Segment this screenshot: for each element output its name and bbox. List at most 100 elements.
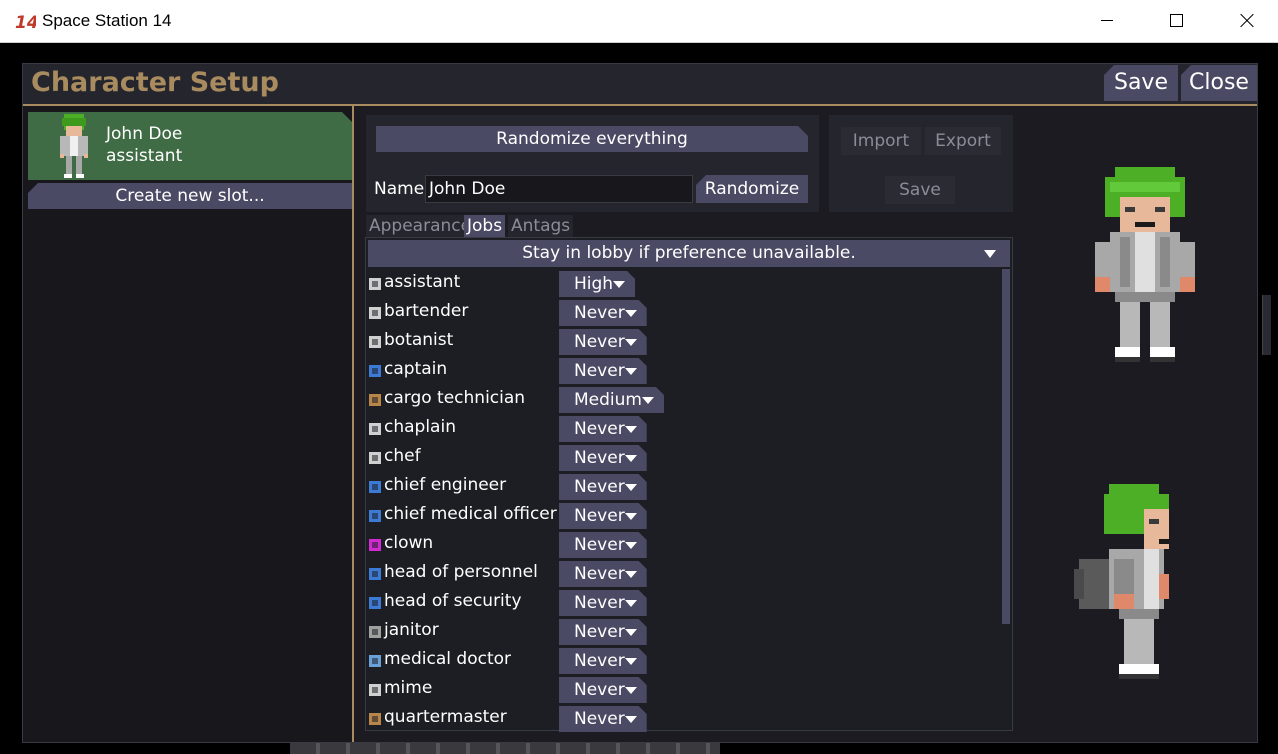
import-export-controls: Import Export Save — [829, 115, 1013, 212]
job-priority-dropdown[interactable]: Never — [559, 677, 647, 703]
job-priority-dropdown[interactable]: High — [559, 271, 635, 297]
profile-save-button[interactable]: Save — [885, 176, 955, 204]
job-icon — [368, 392, 382, 406]
job-priority-dropdown[interactable]: Medium — [559, 387, 664, 413]
tab-jobs[interactable]: Jobs — [464, 215, 506, 237]
job-row: botanist Never — [368, 327, 998, 355]
job-row: assistant High — [368, 269, 998, 297]
window-close-button[interactable] — [1224, 0, 1270, 42]
chevron-down-icon — [984, 250, 996, 258]
job-icon — [368, 566, 382, 580]
job-priority-dropdown[interactable]: Never — [559, 358, 647, 384]
job-icon — [368, 479, 382, 493]
job-name: chef — [384, 446, 421, 466]
job-icon — [368, 682, 382, 696]
save-button[interactable]: Save — [1104, 65, 1178, 101]
job-priority-dropdown[interactable]: Never — [559, 503, 647, 529]
job-name: assistant — [384, 272, 461, 292]
character-slot-list: John Doe assistant Create new slot... — [23, 106, 354, 742]
job-priority-dropdown[interactable]: Never — [559, 329, 647, 355]
job-row: head of personnel Never — [368, 559, 998, 587]
job-icon — [368, 334, 382, 348]
job-priority-dropdown[interactable]: Never — [559, 706, 647, 732]
close-button[interactable]: Close — [1181, 65, 1257, 101]
maximize-button[interactable] — [1153, 0, 1199, 42]
job-priority-dropdown[interactable]: Never — [559, 416, 647, 442]
job-priority-dropdown[interactable]: Never — [559, 619, 647, 645]
side-panel-tab[interactable] — [1262, 295, 1271, 355]
export-button[interactable]: Export — [925, 127, 1001, 155]
randomize-name-button[interactable]: Randomize — [696, 175, 808, 203]
job-name: head of personnel — [384, 562, 538, 582]
job-priority-dropdown[interactable]: Never — [559, 648, 647, 674]
job-row: bartender Never — [368, 298, 998, 326]
job-priority-dropdown[interactable]: Never — [559, 300, 647, 326]
job-name: bartender — [384, 301, 469, 321]
job-icon — [368, 537, 382, 551]
job-name: chaplain — [384, 417, 456, 437]
name-label: Name: — [374, 179, 430, 199]
jobs-scrollbar[interactable] — [1002, 269, 1010, 624]
import-button[interactable]: Import — [841, 127, 921, 155]
job-row: mime Never — [368, 675, 998, 703]
character-setup-panel: Character Setup Save Close John Doe assi… — [22, 63, 1258, 743]
tab-antags[interactable]: Antags — [508, 215, 574, 237]
job-priority-dropdown[interactable]: Never — [559, 474, 647, 500]
job-row: clown Never — [368, 530, 998, 558]
panel-header: Character Setup Save Close — [23, 64, 1257, 106]
job-icon — [368, 276, 382, 290]
job-name: captain — [384, 359, 448, 379]
name-controls: Randomize everything Name: John Doe Rand… — [366, 115, 819, 212]
slot-character-name: John Doe — [106, 124, 183, 144]
job-name: janitor — [384, 620, 439, 640]
job-name: botanist — [384, 330, 454, 350]
tab-appearance[interactable]: Appearance — [366, 215, 475, 237]
job-priority-dropdown[interactable]: Never — [559, 445, 647, 471]
create-new-slot-button[interactable]: Create new slot... — [28, 183, 352, 209]
job-row: chief medical officer Never — [368, 501, 998, 529]
job-priority-dropdown[interactable]: Never — [559, 590, 647, 616]
panel-title: Character Setup — [31, 67, 279, 98]
job-name: mime — [384, 678, 433, 698]
jobs-list: Stay in lobby if preference unavailable.… — [365, 237, 1013, 731]
job-icon — [368, 450, 382, 464]
job-icon — [368, 508, 382, 522]
window-titlebar: 14 Space Station 14 — [0, 0, 1278, 43]
job-row: medical doctor Never — [368, 646, 998, 674]
character-front-preview — [1095, 167, 1195, 362]
job-name: quartermaster — [384, 707, 507, 727]
job-icon — [368, 653, 382, 667]
character-side-preview — [1074, 484, 1169, 679]
job-row: chaplain Never — [368, 414, 998, 442]
character-preview-icon — [54, 114, 94, 178]
window-title: Space Station 14 — [42, 11, 172, 30]
job-name: medical doctor — [384, 649, 512, 669]
job-name: cargo technician — [384, 388, 526, 408]
job-icon — [368, 363, 382, 377]
name-input[interactable]: John Doe — [425, 175, 693, 203]
minimize-button[interactable] — [1084, 0, 1130, 42]
slot-character-job: assistant — [106, 146, 183, 166]
job-icon — [368, 624, 382, 638]
station-floor — [290, 743, 720, 754]
job-row: head of security Never — [368, 588, 998, 616]
job-priority-dropdown[interactable]: Never — [559, 532, 647, 558]
job-priority-dropdown[interactable]: Never — [559, 561, 647, 587]
lobby-preference-dropdown[interactable]: Stay in lobby if preference unavailable. — [368, 240, 1010, 267]
job-row: captain Never — [368, 356, 998, 384]
job-row: cargo technician Medium — [368, 385, 998, 413]
job-row: janitor Never — [368, 617, 998, 645]
job-icon — [368, 421, 382, 435]
lobby-preference-value: Stay in lobby if preference unavailable. — [522, 243, 856, 263]
job-icon — [368, 711, 382, 725]
svg-text:14: 14 — [15, 13, 36, 31]
job-icon — [368, 595, 382, 609]
job-name: head of security — [384, 591, 522, 611]
randomize-everything-button[interactable]: Randomize everything — [376, 126, 808, 152]
app-logo-icon: 14 — [14, 11, 36, 31]
job-icon — [368, 305, 382, 319]
job-row: quartermaster Never — [368, 704, 998, 732]
character-slot[interactable]: John Doe assistant — [28, 112, 352, 180]
job-row: chief engineer Never — [368, 472, 998, 500]
job-name: chief medical officer — [384, 504, 557, 524]
